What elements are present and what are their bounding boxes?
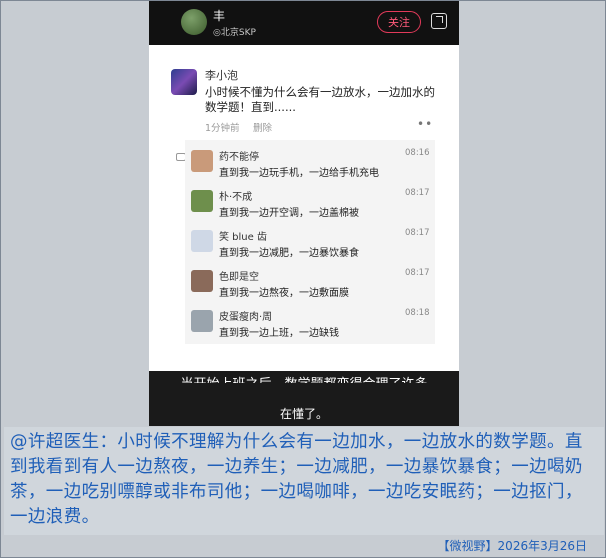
comment-item[interactable]: 色即是空 08:17 直到我一边熬夜，一边敷面膜 (185, 264, 435, 304)
profile-location: ◎北京SKP (213, 28, 256, 38)
source-footer: 【微视野】2026年3月26日 (437, 539, 587, 553)
caption-box: @许超医生：小时候不理解为什么会有一边加水，一边放水的数学题。直到我看到有人一边… (4, 427, 604, 535)
post-author-avatar[interactable] (171, 69, 197, 95)
comment-item[interactable]: 皮蛋瘦肉·周 08:18 直到我一边上班，一边缺钱 (185, 304, 435, 344)
video-subtitle-bottom: 在懂了。 (279, 407, 328, 421)
comment-avatar (191, 310, 213, 332)
share-icon[interactable] (431, 13, 447, 29)
profile-name: 丰 (213, 9, 226, 23)
image-frame: 丰 ◎北京SKP 关注 李小泡 小时候不懂为什么会有一边放水，一边加水的数学题！… (0, 0, 606, 558)
video-subtitle-area: 当开始上班之后，数学题都变得合理了许多 在懂了。 (149, 371, 459, 426)
comment-item[interactable]: 朴·不成 08:17 直到我一边开空调，一边盖棉被 (185, 184, 435, 224)
comment-time: 08:17 (405, 228, 430, 238)
post-text: 小时候不懂为什么会有一边放水，一边加水的数学题！直到...... (205, 85, 435, 114)
comment-author: 笑 blue 齿 (219, 232, 267, 243)
comment-avatar (191, 150, 213, 172)
comment-avatar (191, 230, 213, 252)
profile-header: 丰 ◎北京SKP 关注 (149, 1, 459, 45)
phone-screenshot: 丰 ◎北京SKP 关注 李小泡 小时候不懂为什么会有一边放水，一边加水的数学题！… (149, 1, 459, 426)
video-subtitle-top: 当开始上班之后，数学题都变得合理了许多 (149, 373, 459, 383)
comment-text: 直到我一边熬夜，一边敷面膜 (219, 288, 349, 299)
post-time: 1分钟前 (205, 123, 240, 134)
more-options-icon[interactable]: •• (417, 117, 433, 131)
comment-author: 药不能停 (219, 152, 259, 163)
caption-text: @许超医生：小时候不理解为什么会有一边加水，一边放水的数学题。直到我看到有人一边… (10, 432, 583, 527)
comment-text: 直到我一边减肥，一边暴饮暴食 (219, 248, 359, 259)
delete-link[interactable]: 删除 (253, 120, 272, 134)
comment-list: 药不能停 08:16 直到我一边玩手机，一边给手机充电 朴·不成 08:17 直… (185, 140, 435, 344)
comment-author: 皮蛋瘦肉·周 (219, 312, 273, 323)
follow-button[interactable]: 关注 (377, 11, 421, 33)
comment-time: 08:17 (405, 268, 430, 278)
comment-text: 直到我一边上班，一边缺钱 (219, 328, 339, 339)
comment-avatar (191, 190, 213, 212)
comment-item[interactable]: 笑 blue 齿 08:17 直到我一边减肥，一边暴饮暴食 (185, 224, 435, 264)
comment-author: 朴·不成 (219, 192, 253, 203)
comment-text: 直到我一边玩手机，一边给手机充电 (219, 168, 379, 179)
comment-time: 08:18 (405, 308, 430, 318)
comment-time: 08:17 (405, 188, 430, 198)
comment-text: 直到我一边开空调，一边盖棉被 (219, 208, 359, 219)
comment-author: 色即是空 (219, 272, 259, 283)
comment-time: 08:16 (405, 148, 430, 158)
comment-avatar (191, 270, 213, 292)
comment-item[interactable]: 药不能停 08:16 直到我一边玩手机，一边给手机充电 (185, 144, 435, 184)
post-author-name[interactable]: 李小泡 (205, 67, 238, 83)
avatar[interactable] (181, 9, 207, 35)
